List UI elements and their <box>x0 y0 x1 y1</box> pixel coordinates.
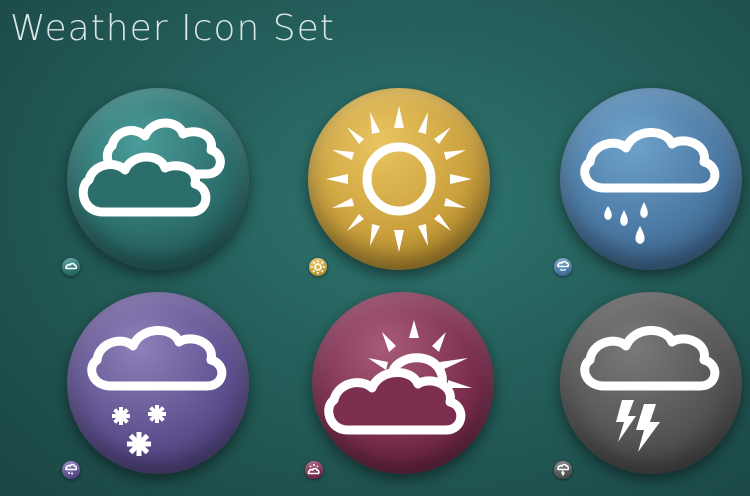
sun-icon[interactable] <box>308 88 490 270</box>
page-title: Weather Icon Set <box>10 8 335 49</box>
rain-mini-icon[interactable] <box>554 258 572 276</box>
cloudy-icon[interactable] <box>67 88 249 270</box>
snow-icon[interactable] <box>67 292 249 474</box>
partly-cloudy-mini-icon[interactable] <box>305 461 323 479</box>
thunderstorm-mini-icon[interactable] <box>554 461 572 479</box>
partly-cloudy-icon[interactable] <box>312 292 494 474</box>
cloudy-mini-icon[interactable] <box>62 258 80 276</box>
sun-mini-icon[interactable] <box>309 258 327 276</box>
thunderstorm-icon[interactable] <box>560 292 742 474</box>
rain-icon[interactable] <box>560 88 742 270</box>
snow-mini-icon[interactable] <box>62 461 80 479</box>
